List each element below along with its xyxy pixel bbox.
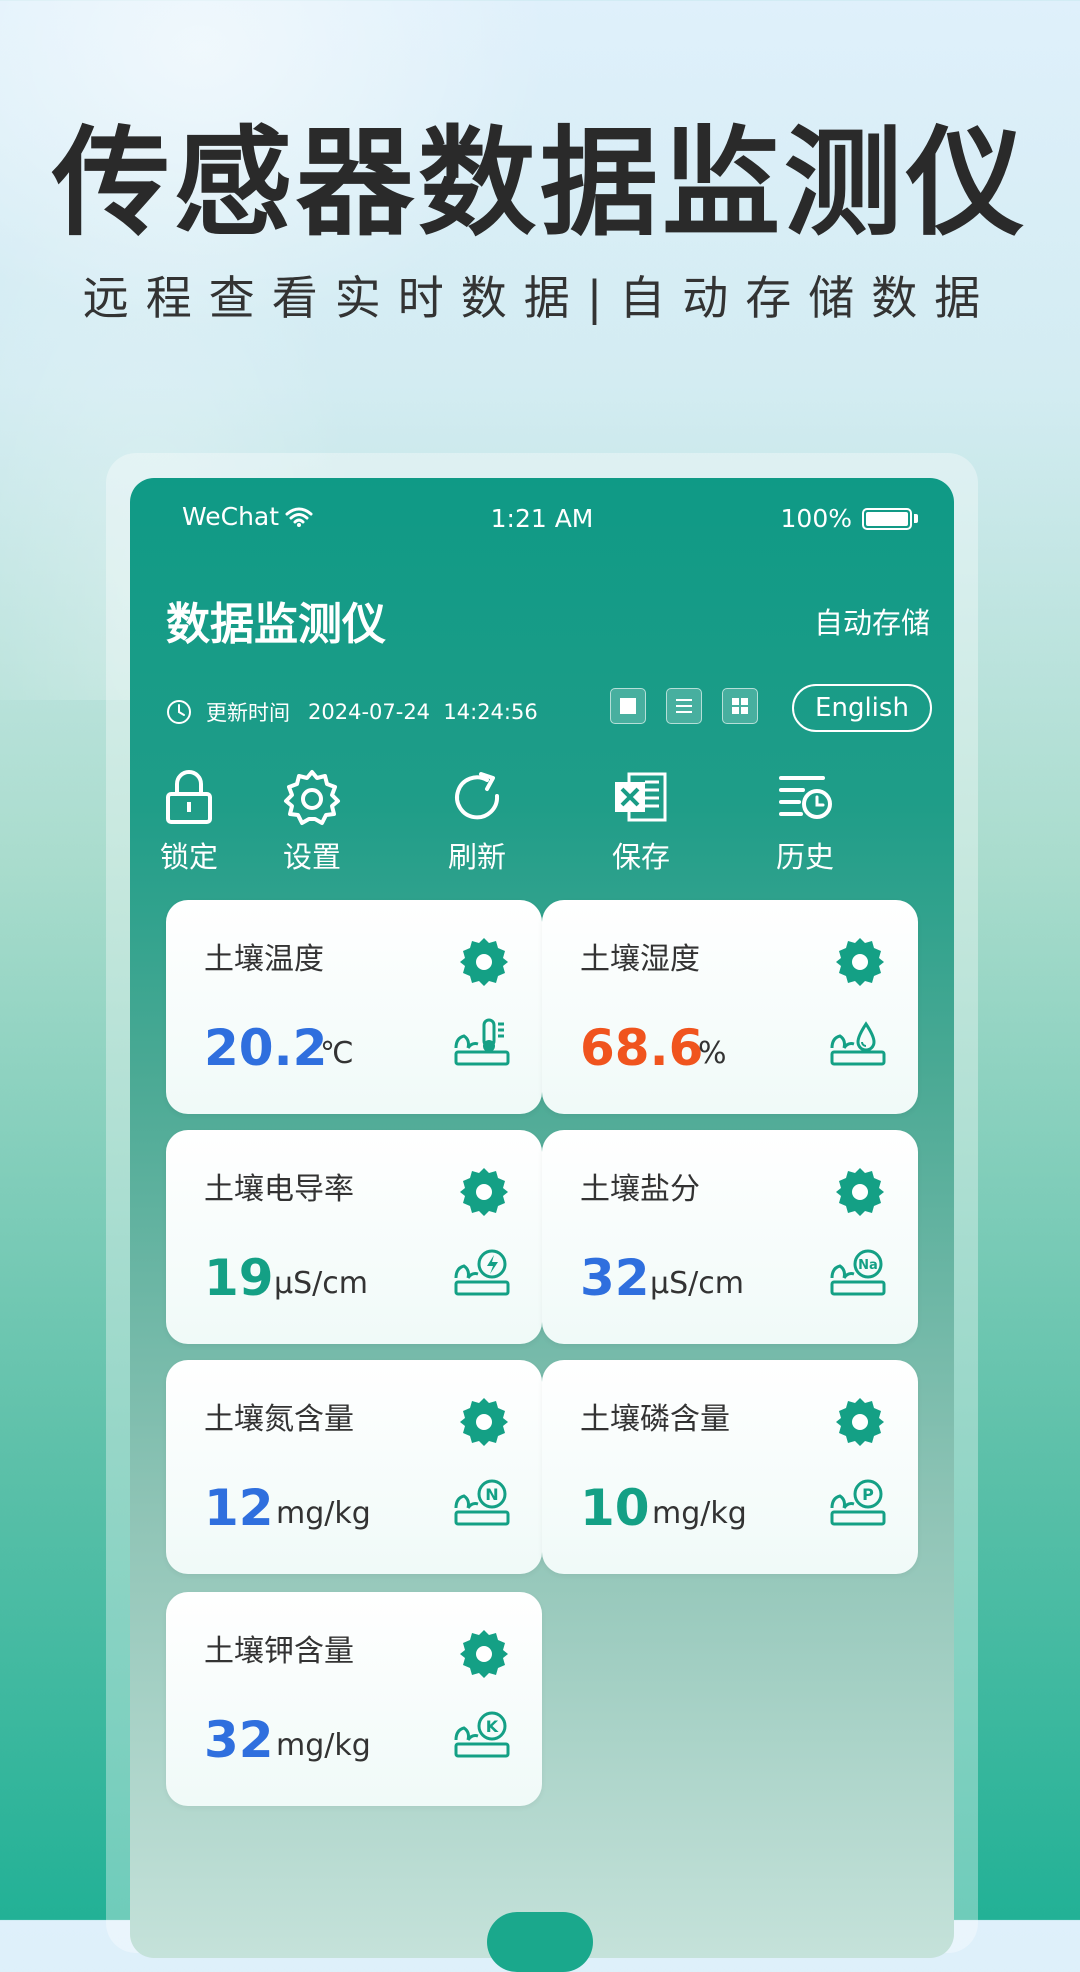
soil-p-icon: P [830,1479,886,1526]
gear-icon[interactable] [834,1396,886,1448]
sensor-value: 32 [580,1249,650,1307]
sensor-title: 土壤磷含量 [580,1402,730,1437]
sensor-unit: mg/kg [276,1728,371,1763]
refresh-icon [455,772,500,820]
toolbar: 锁定 设置 刷新 保存 历史 [130,768,954,898]
battery-tip [914,514,918,523]
gear-icon[interactable] [458,1396,510,1448]
sensor-card-soil-moisture[interactable]: 土壤湿度 68.6 % [542,900,918,1114]
soil-k-icon: K [454,1711,510,1758]
battery-percent: 100% [780,504,852,533]
settings-label: 设置 [282,840,341,874]
refresh-label: 刷新 [447,840,506,874]
icon-letter: Na [858,1258,878,1273]
language-button[interactable]: English [792,684,932,732]
sensor-value: 10 [580,1479,650,1537]
lock-label: 锁定 [159,840,218,874]
auto-save-button[interactable]: 自动存储 [814,600,930,642]
view-single-button[interactable] [610,688,646,724]
gear-icon [284,770,340,825]
battery-icon [862,507,912,530]
lock-button[interactable]: 锁定 [130,768,254,898]
gear-icon[interactable] [834,1166,886,1218]
sensor-title: 土壤盐分 [580,1172,700,1207]
icon-letter: K [486,1717,499,1736]
sensor-unit: mg/kg [276,1496,371,1531]
grid-view-icon [732,698,748,714]
sensor-card-soil-conductivity[interactable]: 土壤电导率 19 μS/cm [166,1130,542,1344]
sensor-title: 土壤温度 [204,942,324,977]
soil-na-icon: Na [830,1249,886,1296]
gear-icon[interactable] [458,1628,510,1680]
sensor-value: 19 [204,1249,274,1307]
refresh-button[interactable]: 刷新 [412,768,542,898]
sensor-card-soil-potassium[interactable]: 土壤钾含量 32 mg/kg K [166,1592,542,1806]
excel-icon [615,772,667,822]
icon-letter: P [862,1485,874,1504]
sensor-unit: mg/kg [652,1496,747,1531]
soil-lightning-icon [454,1249,510,1296]
sensor-value: 12 [204,1479,274,1537]
hero-subtitle: 远程查看实时数据|自动存储数据 [82,271,998,325]
sensor-title: 土壤电导率 [204,1172,354,1207]
lock-icon [166,770,212,824]
view-list-button[interactable] [666,688,702,724]
sensor-value: 20.2 [204,1019,328,1077]
update-label: 更新时间 [206,701,290,725]
sensor-value: 68.6 [580,1019,704,1077]
sensor-unit: % [698,1036,727,1071]
sensor-card-soil-temperature[interactable]: 土壤温度 20.2 ℃ [166,900,542,1114]
settings-button[interactable]: 设置 [247,768,377,898]
view-grid-button[interactable] [722,688,758,724]
sensor-unit: μS/cm [274,1266,368,1301]
view-mode-group [610,688,758,724]
sensor-value: 32 [204,1711,274,1769]
save-label: 保存 [611,840,670,874]
page-title: 数据监测仪 [166,599,386,650]
sensor-card-soil-phosphorus[interactable]: 土壤磷含量 10 mg/kg P [542,1360,918,1574]
gear-icon[interactable] [458,936,510,988]
bottom-fab[interactable] [487,1912,593,1972]
history-icon [779,776,832,819]
sensor-title: 土壤湿度 [580,942,700,977]
single-view-icon [620,698,636,714]
status-bar: WeChat 1:21 AM 100% [130,478,954,558]
history-button[interactable]: 历史 [740,768,870,898]
clock-icon [167,700,191,724]
list-view-icon [676,699,692,713]
gear-icon[interactable] [458,1166,510,1218]
sensor-title: 土壤氮含量 [204,1402,354,1437]
phone-screen: WeChat 1:21 AM 100% 数据监测仪 自动存储 更新时间 2024… [130,478,954,1958]
history-label: 历史 [775,840,834,874]
update-time: 2024-07-24 14:24:56 [308,700,538,724]
sensor-title: 土壤钾含量 [204,1634,354,1669]
soil-thermometer-icon [454,1018,510,1066]
hero-title: 传感器数据监测仪 [51,114,1028,252]
sensor-card-soil-nitrogen[interactable]: 土壤氮含量 12 mg/kg N [166,1360,542,1574]
icon-letter: N [485,1485,498,1504]
save-button[interactable]: 保存 [576,768,706,898]
gear-icon[interactable] [834,936,886,988]
sensor-unit: μS/cm [650,1266,744,1301]
soil-droplet-icon [830,1021,886,1066]
sensor-unit: ℃ [320,1036,354,1071]
sensor-card-soil-salinity[interactable]: 土壤盐分 32 μS/cm Na [542,1130,918,1344]
soil-n-icon: N [454,1479,510,1526]
battery: 100% [781,504,918,533]
